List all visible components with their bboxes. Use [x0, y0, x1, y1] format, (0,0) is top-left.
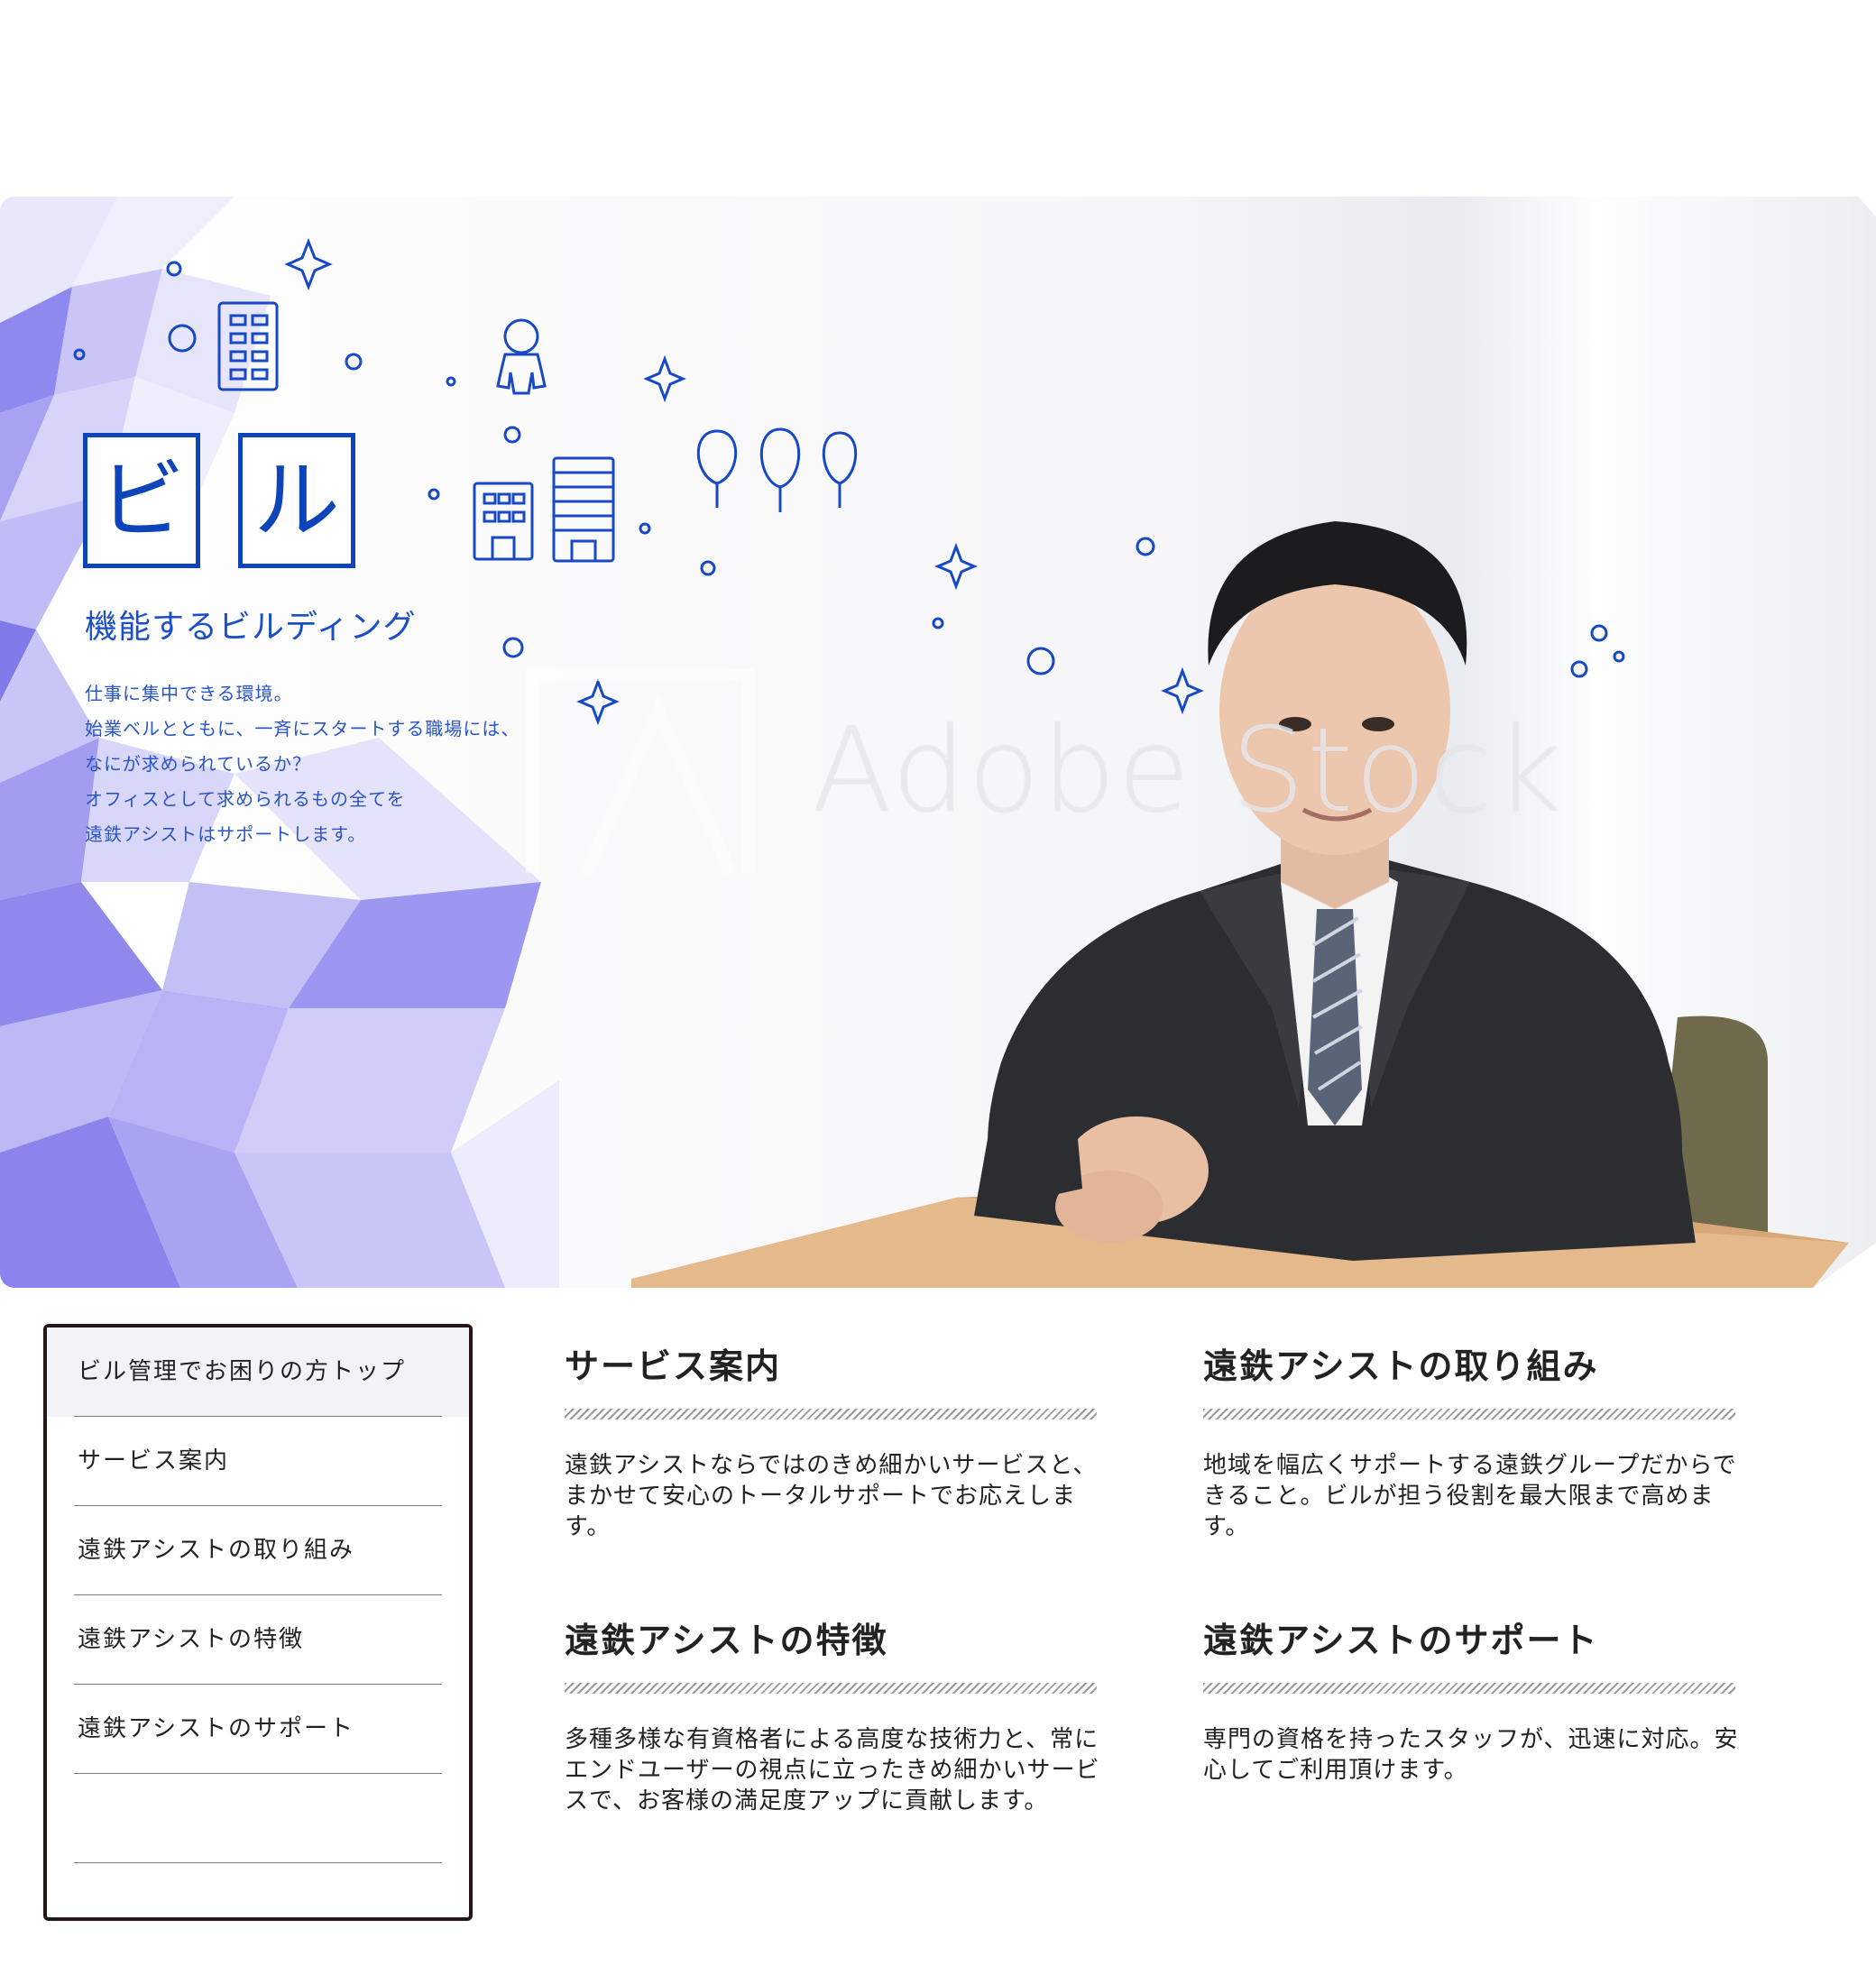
section-divider: [565, 1409, 1097, 1419]
section-body: 多種多様な有資格者による高度な技術力と、常にエンドユーザーの視点に立ったきめ細か…: [565, 1726, 1100, 1814]
section-title[interactable]: 遠鉄アシストの取り組み: [1203, 1335, 1762, 1398]
section-divider: [565, 1683, 1097, 1694]
watermark-text: Adobe Stock: [812, 702, 1565, 839]
section-initiatives: 遠鉄アシストの取り組み 地域を幅広くサポートする遠鉄グループだからできること。ビ…: [1203, 1335, 1762, 1542]
section-body: 専門の資格を持ったスタッフが、迅速に対応。安心してご利用頂けます。: [1203, 1726, 1739, 1784]
section-divider: [1203, 1409, 1735, 1419]
section-title[interactable]: サービス案内: [565, 1335, 1124, 1398]
intro-line: 始業ベルとともに、一斉にスタートする職場には、: [85, 718, 520, 740]
side-menu: ビル管理でお困りの方トップ サービス案内 遠鉄アシストの取り組み 遠鉄アシストの…: [43, 1324, 473, 1921]
section-title[interactable]: 遠鉄アシストのサポート: [1203, 1609, 1762, 1672]
section-features: 遠鉄アシストの特徴 多種多様な有資格者による高度な技術力と、常にエンドユーザーの…: [565, 1609, 1124, 1816]
section-divider: [1203, 1683, 1735, 1694]
logo-char-box: ビ: [83, 433, 200, 568]
intro-line: オフィスとして求められるもの全てを: [85, 788, 406, 810]
side-menu-item-empty[interactable]: [47, 1774, 469, 1863]
section-body: 遠鉄アシストならではのきめ細かいサービスと、まかせて安心のトータルサポートでお応…: [565, 1452, 1098, 1540]
side-menu-item-initiatives[interactable]: 遠鉄アシストの取り組み: [47, 1506, 469, 1595]
side-menu-item-top[interactable]: ビル管理でお困りの方トップ: [47, 1328, 469, 1417]
section-support: 遠鉄アシストのサポート 専門の資格を持ったスタッフが、迅速に対応。安心してご利用…: [1203, 1609, 1762, 1786]
intro-line: 遠鉄アシストはサポートします。: [85, 823, 367, 845]
side-menu-item-features[interactable]: 遠鉄アシストの特徴: [47, 1595, 469, 1685]
section-services: サービス案内 遠鉄アシストならではのきめ細かいサービスと、まかせて安心のトータル…: [565, 1335, 1124, 1542]
intro-line: なにが求められているか？: [85, 753, 311, 775]
side-menu-item-support[interactable]: 遠鉄アシストのサポート: [47, 1685, 469, 1774]
hero-tagline: 機能するビルディング: [85, 609, 417, 646]
section-title[interactable]: 遠鉄アシストの特徴: [565, 1609, 1124, 1672]
intro-line: 仕事に集中できる環境。: [85, 683, 293, 704]
hero-banner: Adobe Stock ビ ル 機能するビルディング 仕事に集中できる環境。 始…: [0, 197, 1876, 1288]
logo-char-box: ル: [238, 433, 355, 568]
section-body: 地域を幅広くサポートする遠鉄グループだからできること。ビルが担う役割を最大限まで…: [1203, 1452, 1737, 1540]
side-menu-item-services[interactable]: サービス案内: [47, 1417, 469, 1506]
hero-intro: 仕事に集中できる環境。 始業ベルとともに、一斉にスタートする職場には、 なにが求…: [85, 676, 520, 852]
